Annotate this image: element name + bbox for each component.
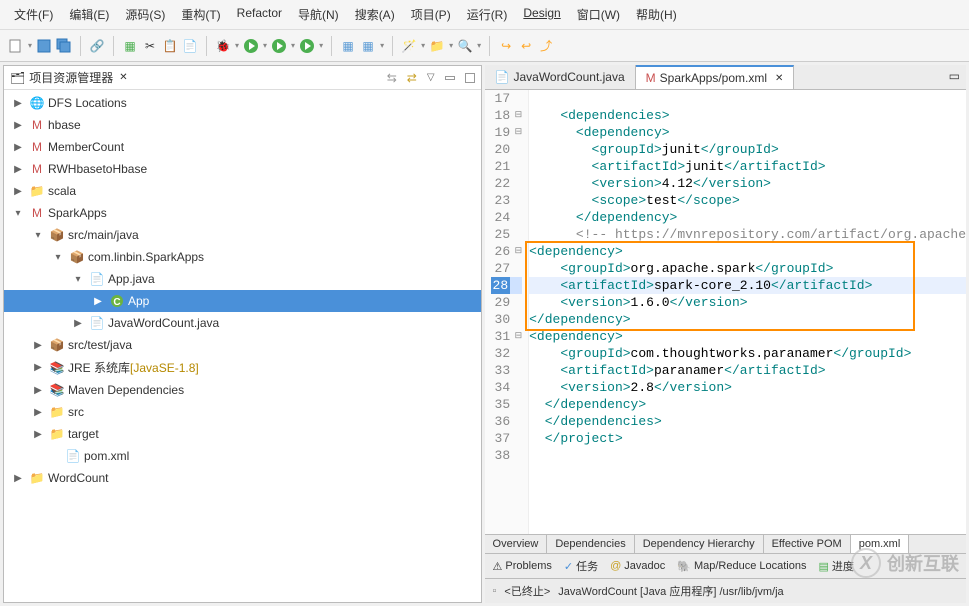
search-icon[interactable]: 🔍	[457, 38, 473, 54]
menu-refactor-en[interactable]: Refactor	[231, 4, 288, 25]
tree-appjava[interactable]: ▾📄App.java	[4, 268, 481, 290]
menu-window[interactable]: 窗口(W)	[571, 4, 626, 25]
btab-effective[interactable]: Effective POM	[764, 535, 851, 553]
tree-target[interactable]: ▶📁target	[4, 423, 481, 445]
collapse-all-icon[interactable]: ⇆	[387, 71, 397, 85]
maven-file-icon: М	[646, 71, 656, 85]
javadoc-icon: @	[610, 560, 621, 572]
menu-search[interactable]: 搜索(A)	[349, 4, 401, 25]
gutter: 17 18⊟ 19⊟ 20 21 22 23 24 25 26⊟ 27 28 2…	[485, 90, 530, 534]
menu-project[interactable]: 项目(P)	[405, 4, 457, 25]
tree-src[interactable]: ▶📁src	[4, 401, 481, 423]
toolbar: ▾ 🔗 ▦ ✂ 📋 📄 🐞 ▾ ▾ ▾ ▾ ▦ ▦ ▾ 🪄 ▾ 📁 ▾ 🔍 ▾ …	[0, 30, 969, 62]
view-problems[interactable]: ⚠Problems	[493, 560, 552, 573]
tree-hbase[interactable]: ▶Мhbase	[4, 114, 481, 136]
btab-hierarchy[interactable]: Dependency Hierarchy	[635, 535, 764, 553]
menu-refactor-cn[interactable]: 重构(T)	[175, 4, 226, 25]
status-app: JavaWordCount [Java 应用程序] /usr/lib/jvm/j…	[558, 583, 783, 599]
cut-icon[interactable]: ✂	[142, 38, 158, 54]
tree-srcmainjava[interactable]: ▾📦src/main/java	[4, 224, 481, 246]
tasks-icon: ✓	[564, 560, 573, 573]
grid-icon[interactable]: ▦	[340, 38, 356, 54]
progress-icon: ▤	[818, 560, 828, 573]
btab-overview[interactable]: Overview	[485, 535, 548, 553]
debug-icon[interactable]: 🐞	[215, 38, 231, 54]
coverage-icon[interactable]	[271, 38, 287, 54]
watermark: X 创新互联	[851, 548, 959, 578]
tree-maven[interactable]: ▶📚Maven Dependencies	[4, 379, 481, 401]
run-icon[interactable]	[243, 38, 259, 54]
status-state: <已终止>	[504, 583, 550, 599]
view-mapreduce[interactable]: 🐘Map/Reduce Locations	[677, 560, 806, 573]
project-tree[interactable]: ▶🌐DFS Locations ▶Мhbase ▶МMemberCount ▶М…	[4, 90, 481, 602]
copy-icon[interactable]: 📋	[162, 38, 178, 54]
close-tab-icon[interactable]: ✕	[775, 73, 783, 84]
menu-source[interactable]: 源码(S)	[119, 4, 171, 25]
project-explorer-panel: 🗂 项目资源管理器 ✕ ⇆ ⇄ ▽ ▶🌐DFS Locations ▶Мhbas…	[3, 65, 482, 603]
elephant-icon: 🐘	[677, 560, 691, 573]
explorer-icon: 🗂	[10, 71, 25, 85]
status-bar: ▫ <已终止> JavaWordCount [Java 应用程序] /usr/l…	[485, 578, 966, 603]
menu-file[interactable]: 文件(F)	[8, 4, 59, 25]
editor-maximize-icon[interactable]: ▭	[943, 65, 966, 89]
tree-pkg[interactable]: ▾📦com.linbin.SparkApps	[4, 246, 481, 268]
save-all-icon[interactable]	[56, 38, 72, 54]
tree-srctestjava[interactable]: ▶📦src/test/java	[4, 334, 481, 356]
tab-pomxml[interactable]: МSparkApps/pom.xml✕	[636, 65, 795, 89]
close-view-icon[interactable]: ✕	[119, 72, 127, 83]
btab-dependencies[interactable]: Dependencies	[547, 535, 634, 553]
tree-jre[interactable]: ▶📚JRE 系统库 [JavaSE-1.8]	[4, 356, 481, 379]
tab-javawordcount[interactable]: 📄JavaWordCount.java	[485, 65, 636, 89]
maximize-icon[interactable]	[465, 73, 475, 83]
panel-header: 🗂 项目资源管理器 ✕ ⇆ ⇄ ▽	[4, 66, 481, 90]
menu-run[interactable]: 运行(R)	[461, 4, 514, 25]
tree-wordcount[interactable]: ▶📁WordCount	[4, 467, 481, 489]
new-icon[interactable]	[8, 38, 24, 54]
tree-dfs[interactable]: ▶🌐DFS Locations	[4, 92, 481, 114]
view-menu-icon[interactable]: ▽	[427, 72, 435, 83]
menu-design[interactable]: Design	[517, 4, 566, 25]
code-area[interactable]: <dependencies> <dependency> <groupId>jun…	[529, 90, 966, 534]
menu-bar: 文件(F) 编辑(E) 源码(S) 重构(T) Refactor 导航(N) 搜…	[0, 0, 969, 30]
main-area: 🗂 项目资源管理器 ✕ ⇆ ⇄ ▽ ▶🌐DFS Locations ▶Мhbas…	[0, 62, 969, 606]
menu-help[interactable]: 帮助(H)	[630, 4, 683, 25]
editor-panel: 📄JavaWordCount.java МSparkApps/pom.xml✕ …	[485, 65, 966, 603]
view-javadoc[interactable]: @Javadoc	[610, 560, 665, 572]
link-icon[interactable]: 🔗	[89, 38, 105, 54]
tree-jwc[interactable]: ▶📄JavaWordCount.java	[4, 312, 481, 334]
menu-navigate[interactable]: 导航(N)	[292, 4, 345, 25]
link-editor-icon[interactable]: ⇄	[407, 71, 417, 85]
tree-pom[interactable]: 📄pom.xml	[4, 445, 481, 467]
tree-rwh[interactable]: ▶МRWHbasetoHbase	[4, 158, 481, 180]
tree-sparkapps[interactable]: ▾МSparkApps	[4, 202, 481, 224]
terminated-icon: ▫	[493, 585, 497, 597]
view-progress[interactable]: ▤进度	[818, 558, 853, 574]
tree-app[interactable]: ▶CApp	[4, 290, 481, 312]
tree-scala[interactable]: ▶📁scala	[4, 180, 481, 202]
tag-icon[interactable]: ▦	[122, 38, 138, 54]
wand-icon[interactable]: 🪄	[401, 38, 417, 54]
editor-tabs: 📄JavaWordCount.java МSparkApps/pom.xml✕ …	[485, 65, 966, 90]
java-file-icon: 📄	[495, 70, 510, 84]
nav2-icon[interactable]: ↩	[518, 38, 534, 54]
svg-text:C: C	[113, 297, 120, 308]
save-icon[interactable]	[36, 38, 52, 54]
menu-edit[interactable]: 编辑(E)	[63, 4, 115, 25]
view-tasks[interactable]: ✓任务	[564, 558, 598, 574]
grid2-icon[interactable]: ▦	[360, 38, 376, 54]
explorer-title: 项目资源管理器	[29, 69, 113, 86]
paste-icon[interactable]: 📄	[182, 38, 198, 54]
editor-body[interactable]: 17 18⊟ 19⊟ 20 21 22 23 24 25 26⊟ 27 28 2…	[485, 90, 966, 534]
folder-icon[interactable]: 📁	[429, 38, 445, 54]
nav3-icon[interactable]: ⤴	[538, 38, 554, 54]
minimize-icon[interactable]	[445, 76, 455, 80]
run-last-icon[interactable]	[299, 38, 315, 54]
problems-icon: ⚠	[493, 560, 503, 573]
nav1-icon[interactable]: ↪	[498, 38, 514, 54]
tree-membercount[interactable]: ▶МMemberCount	[4, 136, 481, 158]
